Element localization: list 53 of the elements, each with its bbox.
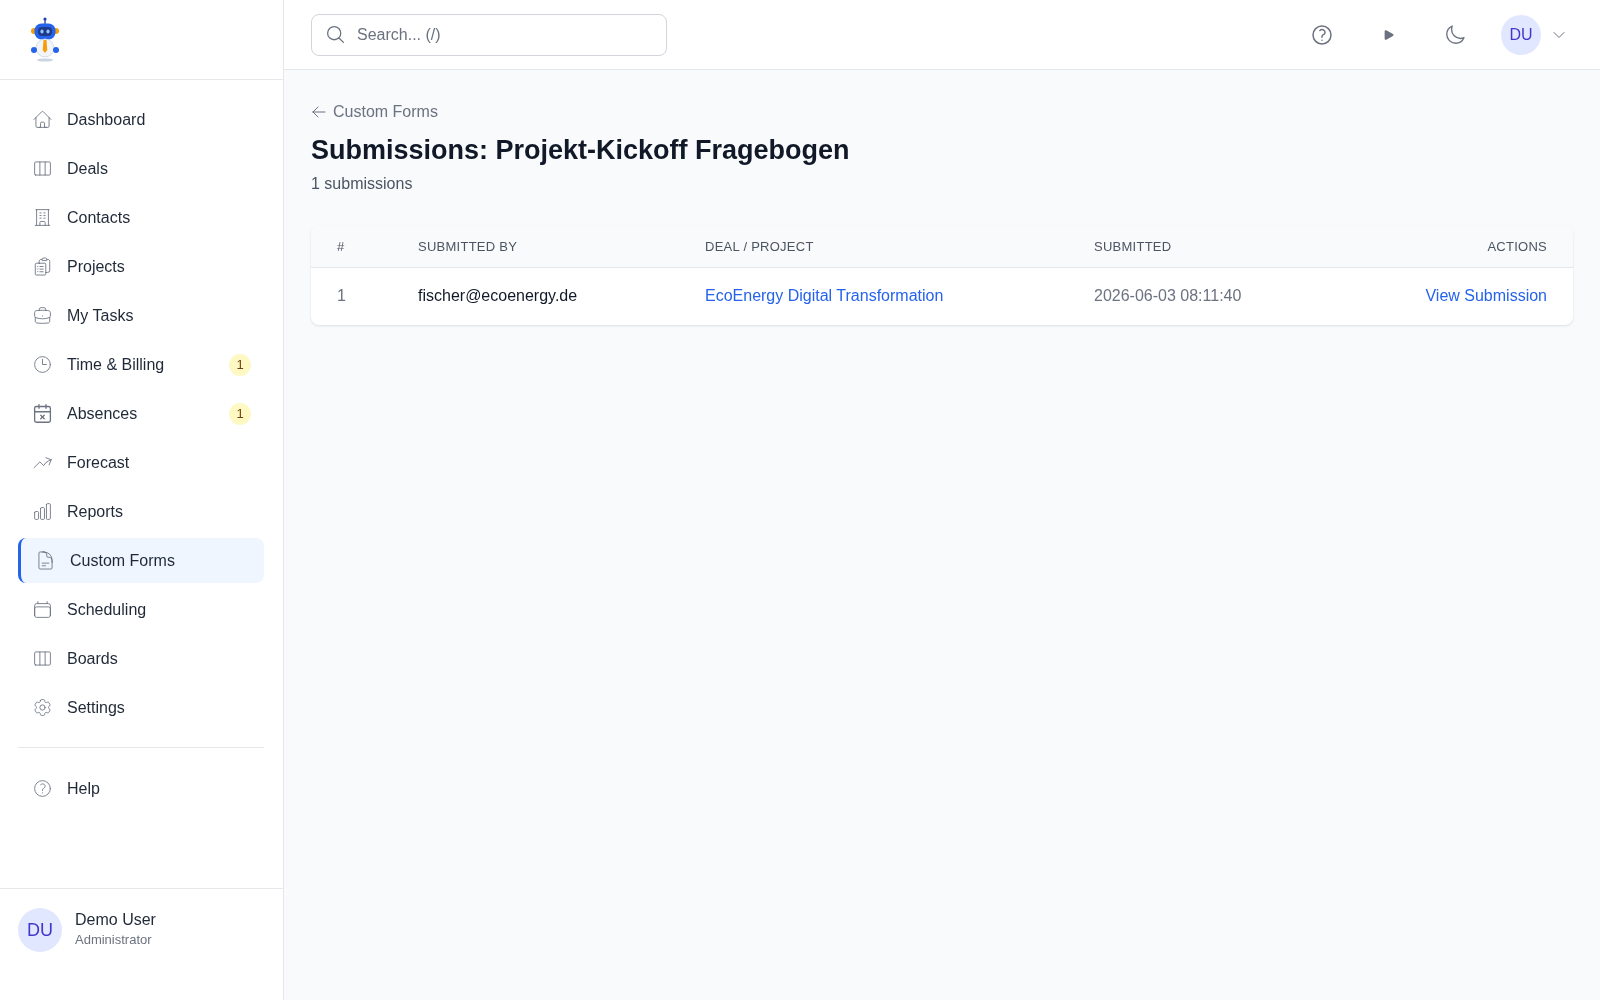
moon-icon	[1444, 23, 1466, 46]
columns-icon	[32, 648, 53, 669]
column-header: DEAL / PROJECT	[679, 226, 1068, 267]
columns-icon	[32, 158, 53, 179]
deal-link[interactable]: EcoEnergy Digital Transformation	[705, 287, 944, 305]
arrow-left-icon	[311, 104, 327, 120]
nav-item[interactable]: Help	[18, 766, 264, 811]
bar-chart-icon	[32, 501, 53, 522]
nav-item[interactable]: Contacts	[18, 195, 264, 240]
nav-item[interactable]: Forecast	[18, 440, 264, 485]
help-icon	[32, 778, 53, 799]
count-badge: 1	[229, 402, 251, 425]
submission-count: 1 submissions	[311, 174, 413, 194]
briefcase-icon	[32, 305, 53, 326]
play-icon	[1382, 27, 1396, 42]
back-link[interactable]: Custom Forms	[311, 102, 438, 122]
nav-item[interactable]: Reports	[18, 489, 264, 534]
nav-item[interactable]: Boards	[18, 636, 264, 681]
column-header: SUBMITTED BY	[392, 226, 679, 267]
search-icon	[325, 23, 346, 45]
nav-item[interactable]: Dashboard	[18, 97, 264, 142]
search-field[interactable]: Search... (/)	[311, 13, 667, 56]
page-title: Submissions: Projekt-Kickoff Fragebogen	[311, 134, 850, 167]
building-icon	[32, 207, 53, 228]
document-icon	[35, 550, 56, 571]
nav-item[interactable]: Deals	[18, 146, 264, 191]
clock-icon	[32, 354, 53, 375]
clipboard-list-icon	[32, 256, 53, 277]
view-submission-link[interactable]: View Submission	[1425, 287, 1547, 305]
nav-item[interactable]: My Tasks	[18, 293, 264, 338]
nav-item[interactable]: Custom Forms	[18, 538, 264, 583]
user-name: Demo User	[75, 911, 156, 929]
count-badge: 1	[229, 353, 251, 376]
table-cell: fischer@ecoenergy.de	[392, 267, 679, 325]
user-avatar: DU	[18, 908, 62, 952]
nav-item[interactable]: Scheduling	[18, 587, 264, 632]
calendar-icon	[32, 599, 53, 620]
column-header: #	[311, 226, 392, 267]
help-icon	[1310, 22, 1334, 47]
nav-item[interactable]: Absences 1	[18, 391, 264, 436]
user-role: Administrator	[75, 932, 153, 947]
user-avatar[interactable]: DU	[1501, 14, 1541, 55]
column-header: ACTIONS	[1323, 226, 1573, 267]
calendar-x-icon	[32, 403, 53, 424]
column-header: SUBMITTED	[1068, 226, 1323, 267]
settings-icon	[32, 697, 53, 718]
nav-item[interactable]: Time & Billing 1	[18, 342, 264, 387]
table-cell: 2026-06-03 08:11:40	[1068, 267, 1323, 325]
house-icon	[32, 109, 53, 130]
nav-item[interactable]: Projects	[18, 244, 264, 289]
table-cell: 1	[311, 267, 392, 325]
nav-item[interactable]: Settings	[18, 685, 264, 730]
robot-logo	[29, 17, 61, 62]
